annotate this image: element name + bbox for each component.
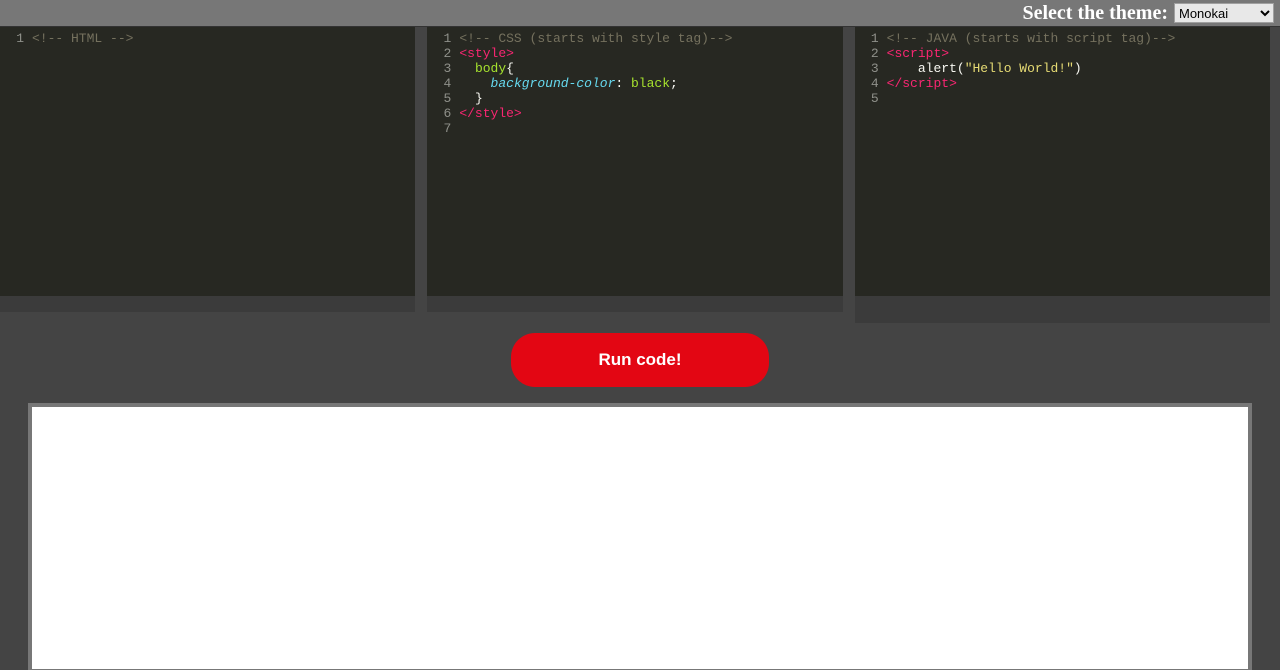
code-css[interactable]: <!-- CSS (starts with style tag)--><styl… <box>455 27 842 296</box>
code-line[interactable]: <!-- CSS (starts with style tag)--> <box>459 31 838 46</box>
code-line[interactable]: <!-- JAVA (starts with script tag)--> <box>887 31 1266 46</box>
topbar: Select the theme: Monokai <box>0 0 1280 27</box>
code-line[interactable]: body{ <box>459 61 838 76</box>
editors-row: 1 <!-- HTML --> 1234567 <!-- CSS (starts… <box>0 27 1280 323</box>
editor-css-shadow <box>427 296 842 312</box>
code-line[interactable]: </script> <box>887 76 1266 91</box>
code-line[interactable]: <!-- HTML --> <box>32 31 411 46</box>
line-number: 6 <box>427 106 451 121</box>
editor-js-wrap: 12345 <!-- JAVA (starts with script tag)… <box>855 27 1280 323</box>
gutter-html: 1 <box>0 27 28 296</box>
code-line[interactable]: </style> <box>459 106 838 121</box>
line-number: 2 <box>855 46 879 61</box>
line-number: 1 <box>0 31 24 46</box>
output-wrap <box>28 403 1252 670</box>
code-line[interactable] <box>887 91 1266 106</box>
line-number: 7 <box>427 121 451 136</box>
line-number: 4 <box>855 76 879 91</box>
editor-html[interactable]: 1 <!-- HTML --> <box>0 27 415 296</box>
gutter-css: 1234567 <box>427 27 455 296</box>
code-js[interactable]: <!-- JAVA (starts with script tag)--><sc… <box>883 27 1270 296</box>
editor-html-wrap: 1 <!-- HTML --> <box>0 27 415 323</box>
editor-js-shadow-2 <box>855 312 1270 323</box>
line-number: 2 <box>427 46 451 61</box>
gutter-js: 12345 <box>855 27 883 296</box>
run-row: Run code! <box>0 323 1280 395</box>
code-line[interactable]: } <box>459 91 838 106</box>
line-number: 1 <box>855 31 879 46</box>
output-frame[interactable] <box>32 407 1248 669</box>
editor-js-shadow <box>855 296 1270 312</box>
code-line[interactable]: alert("Hello World!") <box>887 61 1266 76</box>
line-number: 1 <box>427 31 451 46</box>
code-html[interactable]: <!-- HTML --> <box>28 27 415 296</box>
theme-label: Select the theme: <box>1023 2 1169 25</box>
editor-html-shadow <box>0 296 415 312</box>
code-line[interactable]: <style> <box>459 46 838 61</box>
line-number: 3 <box>427 61 451 76</box>
code-line[interactable]: background-color: black; <box>459 76 838 91</box>
run-button[interactable]: Run code! <box>511 333 769 387</box>
theme-select[interactable]: Monokai <box>1174 3 1274 23</box>
line-number: 3 <box>855 61 879 76</box>
editor-css-wrap: 1234567 <!-- CSS (starts with style tag)… <box>427 27 842 323</box>
line-number: 5 <box>427 91 451 106</box>
line-number: 5 <box>855 91 879 106</box>
code-line[interactable] <box>459 121 838 136</box>
editor-js[interactable]: 12345 <!-- JAVA (starts with script tag)… <box>855 27 1270 296</box>
code-line[interactable]: <script> <box>887 46 1266 61</box>
editor-css[interactable]: 1234567 <!-- CSS (starts with style tag)… <box>427 27 842 296</box>
line-number: 4 <box>427 76 451 91</box>
